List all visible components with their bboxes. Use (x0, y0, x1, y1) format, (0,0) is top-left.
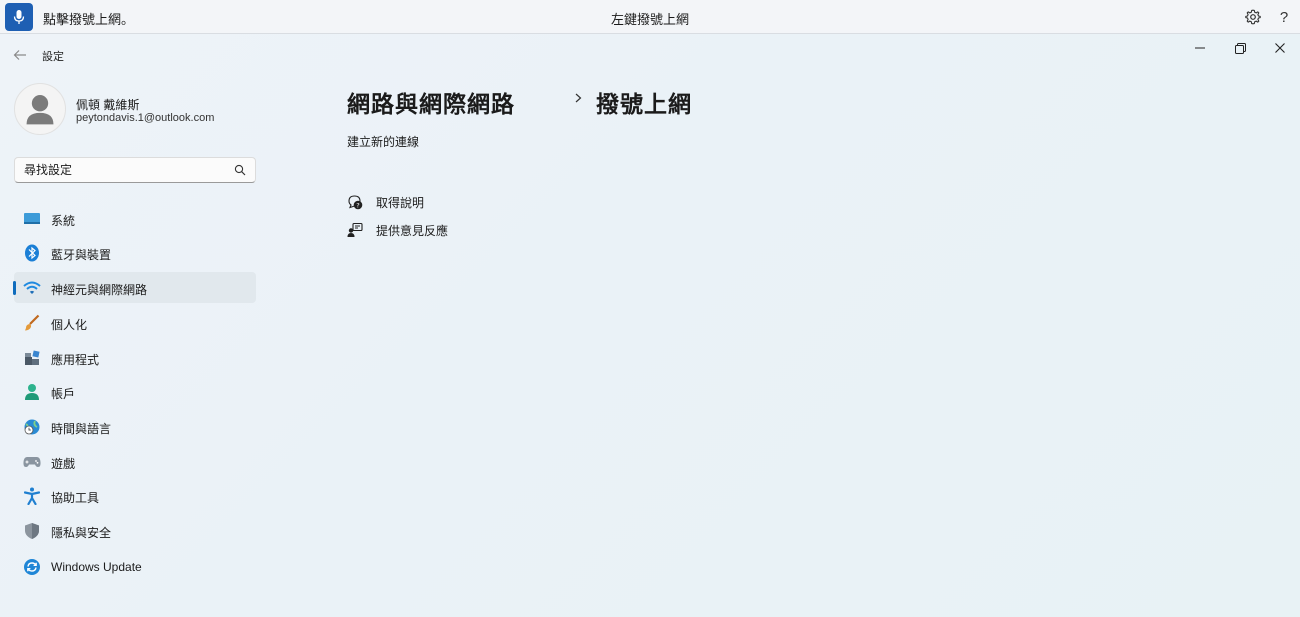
microphone-button[interactable] (5, 3, 33, 31)
voice-help-button[interactable]: ? (1274, 7, 1294, 27)
voice-status-text: 點擊撥號上網。 (43, 12, 135, 27)
selection-indicator (13, 281, 16, 295)
brush-icon (22, 313, 42, 333)
user-name: 佩頓 戴維斯 (76, 98, 140, 112)
get-help-link[interactable]: ? 取得說明 (347, 193, 424, 211)
wifi-icon (22, 278, 42, 298)
nav-label-network: 神經元與網際網路 (51, 283, 148, 297)
close-icon (1275, 43, 1285, 53)
system-icon (22, 209, 42, 229)
voice-hint-text: 左鍵撥號上網 (610, 12, 689, 27)
feedback-icon (347, 222, 363, 238)
nav-item-accessibility[interactable]: 協助工具 (14, 480, 256, 511)
person-icon (26, 95, 54, 125)
arrow-left-icon (13, 50, 26, 60)
voice-settings-button[interactable] (1243, 7, 1263, 27)
avatar[interactable] (14, 83, 66, 135)
search-icon[interactable] (234, 164, 246, 176)
nav-label-privacy: 隱私與安全 (51, 526, 112, 540)
nav-item-network[interactable]: 神經元與網際網路 (13, 272, 256, 303)
give-feedback-label: 提供意見反應 (376, 223, 449, 238)
help-chat-icon: ? (347, 194, 363, 210)
search-input[interactable] (15, 158, 225, 182)
nav-label-system: 系統 (51, 214, 76, 228)
svg-text:?: ? (356, 201, 359, 209)
nav-item-bluetooth[interactable]: 藍牙與裝置 (14, 237, 256, 268)
nav-item-time-language[interactable]: 時間與語言 (14, 411, 256, 442)
update-icon (22, 557, 42, 577)
minimize-button[interactable] (1188, 38, 1212, 58)
give-feedback-link[interactable]: 提供意見反應 (347, 221, 448, 239)
nav-item-accounts[interactable]: 帳戶 (14, 376, 256, 407)
nav-item-privacy[interactable]: 隱私與安全 (14, 515, 256, 546)
nav-label-personalization: 個人化 (51, 318, 88, 332)
breadcrumb-parent[interactable]: 網路與網際網路 (347, 85, 515, 119)
apps-icon (22, 348, 42, 368)
nav-label-accounts: 帳戶 (51, 387, 76, 401)
time-language-icon (22, 417, 42, 437)
create-new-connection-link[interactable]: 建立新的連線 (347, 133, 419, 150)
nav-label-gaming: 遊戲 (51, 457, 76, 471)
app-title: 設定 (42, 51, 64, 63)
chevron-right-icon (575, 93, 582, 103)
get-help-label: 取得說明 (376, 195, 425, 210)
account-icon (22, 382, 42, 402)
shield-icon (22, 521, 42, 541)
page-title: 撥號上網 (596, 91, 692, 117)
nav-item-system[interactable]: 系統 (14, 203, 256, 234)
gear-icon (1245, 9, 1261, 25)
bluetooth-icon (22, 243, 42, 263)
nav-item-personalization[interactable]: 個人化 (14, 307, 256, 338)
nav-label-windows-update: Windows Update (51, 560, 142, 574)
search-box (14, 157, 256, 183)
question-mark-icon: ? (1279, 8, 1289, 26)
microphone-icon (13, 10, 25, 24)
restore-button[interactable] (1228, 38, 1252, 58)
user-email: peytondavis.1@outlook.com (76, 112, 215, 124)
gamepad-icon (22, 452, 42, 472)
close-button[interactable] (1268, 38, 1292, 58)
nav-item-windows-update[interactable]: Windows Update (14, 551, 256, 582)
restore-icon (1234, 42, 1246, 54)
nav-label-time-language: 時間與語言 (51, 422, 112, 436)
nav-item-apps[interactable]: 應用程式 (14, 342, 256, 373)
accessibility-icon (22, 486, 42, 506)
back-button[interactable] (10, 46, 30, 64)
minimize-icon (1195, 47, 1205, 49)
nav-item-gaming[interactable]: 遊戲 (14, 446, 256, 477)
nav-label-accessibility: 協助工具 (51, 491, 100, 505)
nav-label-apps: 應用程式 (51, 353, 100, 367)
nav-label-bluetooth: 藍牙與裝置 (51, 248, 112, 262)
voice-access-bar: 點擊撥號上網。 左鍵撥號上網 ? (0, 0, 1300, 34)
